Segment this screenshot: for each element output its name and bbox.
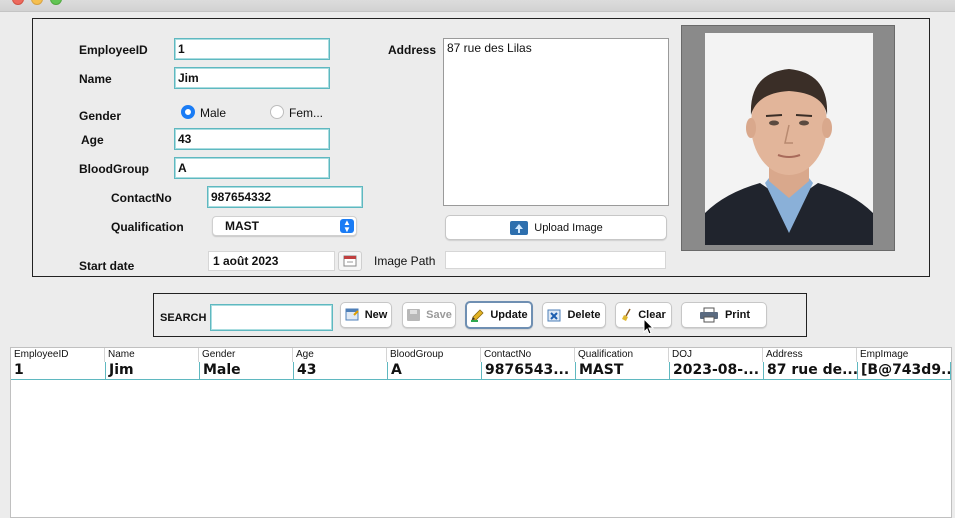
calendar-picker-button[interactable] (338, 251, 362, 271)
column-header[interactable]: Address (763, 348, 857, 362)
imagepath-label: Image Path (374, 254, 436, 268)
contact-field[interactable]: 987654332 (207, 186, 363, 208)
column-header[interactable]: DOJ (669, 348, 763, 362)
column-header[interactable]: Gender (199, 348, 293, 362)
address-label: Address (388, 43, 437, 57)
calendar-icon (343, 255, 357, 267)
pencil-icon (471, 309, 484, 322)
delete-button[interactable]: Delete (542, 302, 606, 328)
startdate-label: Start date (79, 259, 135, 273)
employee-id-label: EmployeeID (79, 43, 148, 57)
gender-male-label: Male (200, 106, 227, 120)
age-field[interactable]: 43 (174, 128, 330, 150)
print-button-label: Print (724, 309, 751, 321)
delete-button-label: Delete (567, 309, 601, 321)
name-label: Name (79, 72, 112, 86)
table-cell[interactable]: 9876543... (481, 362, 575, 380)
gender-male-radio[interactable]: Male (181, 105, 226, 120)
gender-female-label: Fem... (289, 106, 324, 120)
table-cell[interactable]: 87 rue de... (763, 362, 857, 380)
table-row[interactable]: 1 Jim Male 43 A 9876543... MAST 2023-08-… (11, 362, 951, 380)
table-cell[interactable]: MAST (575, 362, 669, 380)
floppy-disk-icon (407, 309, 421, 321)
update-button[interactable]: Update (465, 301, 533, 329)
qualification-select[interactable]: MAST ▲ ▼ (212, 216, 357, 236)
startdate-field[interactable]: 1 août 2023 (208, 251, 335, 271)
mouse-cursor-icon (643, 318, 655, 335)
table-header: EmployeeID Name Gender Age BloodGroup Co… (11, 348, 951, 362)
upload-image-label: Upload Image (534, 221, 603, 234)
gender-female-radio[interactable]: Fem... (270, 105, 323, 120)
column-header[interactable]: BloodGroup (387, 348, 481, 362)
delete-x-icon (547, 309, 561, 322)
employee-photo-frame (681, 25, 895, 251)
table-cell[interactable]: A (387, 362, 481, 380)
new-button-label: New (364, 309, 388, 321)
column-header[interactable]: EmpImage (857, 348, 951, 362)
chevron-updown-icon: ▲ ▼ (340, 219, 354, 234)
minimize-window-button[interactable] (31, 0, 43, 5)
imagepath-field[interactable] (445, 251, 666, 269)
table-cell[interactable]: 43 (293, 362, 387, 380)
column-header[interactable]: EmployeeID (11, 348, 105, 362)
update-button-label: Update (490, 309, 528, 321)
broom-icon (622, 308, 631, 321)
radio-selected-icon (181, 105, 195, 119)
search-input[interactable] (210, 304, 333, 331)
employee-photo (705, 33, 873, 245)
save-button-label: Save (426, 309, 452, 321)
close-window-button[interactable] (12, 0, 24, 5)
zoom-window-button[interactable] (50, 0, 62, 5)
column-header[interactable]: Name (105, 348, 199, 362)
name-field[interactable]: Jim (174, 67, 330, 89)
table-cell[interactable]: 1 (11, 362, 105, 380)
bloodgroup-field[interactable]: A (174, 157, 330, 179)
search-label: SEARCH (160, 312, 207, 324)
radio-unselected-icon (270, 105, 284, 119)
table-cell[interactable]: [B@743d9... (857, 362, 951, 380)
table-cell[interactable]: Jim (105, 362, 199, 380)
age-label: Age (81, 133, 104, 147)
new-button[interactable]: New (340, 302, 392, 328)
gender-label: Gender (79, 109, 122, 123)
employee-table[interactable]: EmployeeID Name Gender Age BloodGroup Co… (10, 347, 952, 518)
qualification-value: MAST (225, 219, 259, 233)
save-button[interactable]: Save (402, 302, 456, 328)
contact-label: ContactNo (111, 191, 172, 205)
qualification-label: Qualification (111, 220, 184, 234)
printer-icon (699, 307, 718, 323)
new-document-icon (345, 308, 359, 321)
table-cell[interactable]: Male (199, 362, 293, 380)
column-header[interactable]: ContactNo (481, 348, 575, 362)
upload-image-button[interactable]: Upload Image (445, 215, 667, 240)
employee-id-field[interactable]: 1 (174, 38, 330, 60)
bloodgroup-label: BloodGroup (79, 162, 149, 176)
window-titlebar (0, 0, 955, 12)
address-textarea[interactable]: 87 rue des Lilas (443, 38, 669, 206)
upload-icon (510, 220, 529, 235)
column-header[interactable]: Age (293, 348, 387, 362)
print-button[interactable]: Print (681, 302, 767, 328)
column-header[interactable]: Qualification (575, 348, 669, 362)
table-cell[interactable]: 2023-08-... (669, 362, 763, 380)
